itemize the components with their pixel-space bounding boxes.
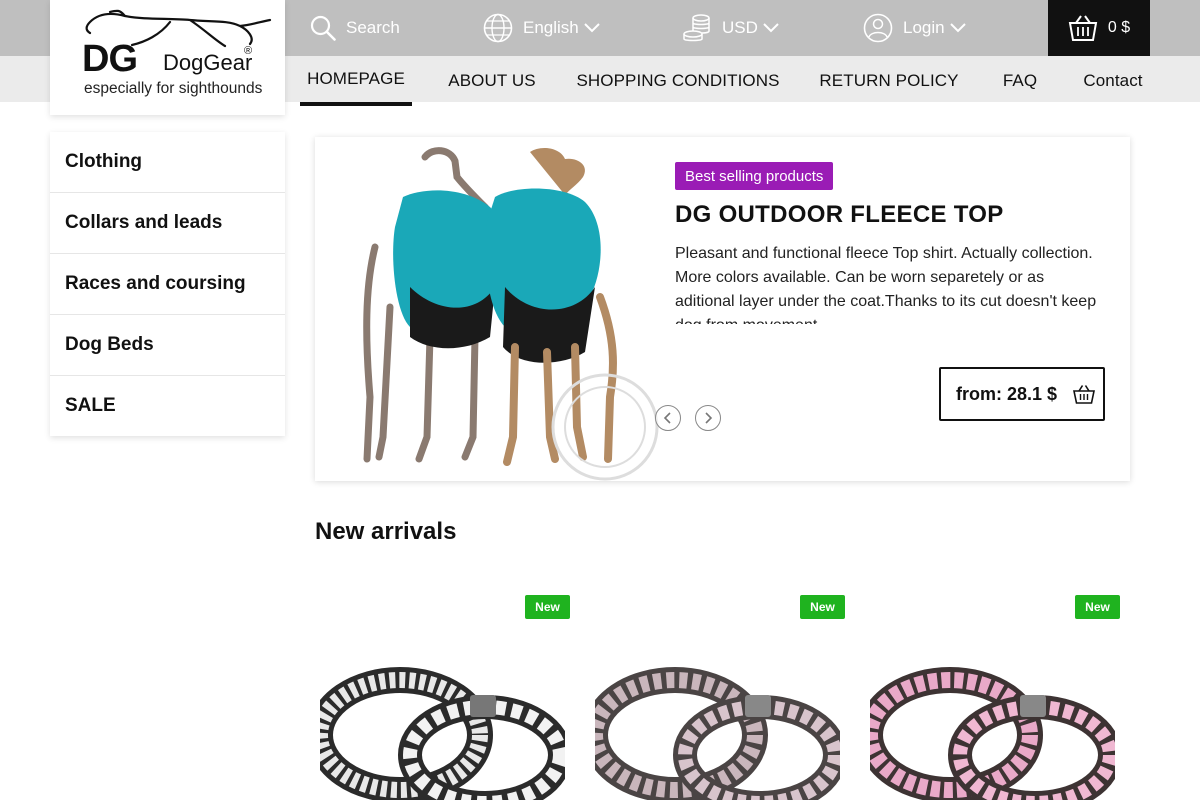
sidebar-item-sale[interactable]: SALE — [50, 376, 285, 436]
logo-registered: ® — [244, 45, 253, 57]
category-sidebar: Clothing Collars and leads Races and cou… — [50, 132, 285, 436]
nav-contact[interactable]: Contact — [1076, 56, 1150, 106]
product-image[interactable] — [870, 625, 1115, 800]
sidebar-item-races-and-coursing[interactable]: Races and coursing — [50, 254, 285, 315]
product-image[interactable] — [595, 625, 840, 800]
best-selling-badge: Best selling products — [675, 162, 834, 190]
new-badge: New — [1075, 595, 1120, 619]
logo[interactable]: DG DogGear ® especially for sighthounds — [50, 0, 285, 115]
hero-product-image[interactable] — [315, 137, 665, 481]
sidebar-item-clothing[interactable]: Clothing — [50, 132, 285, 193]
collar-image-icon — [320, 667, 565, 800]
product-image[interactable] — [320, 625, 565, 800]
nav-about-us[interactable]: ABOUT US — [440, 56, 544, 106]
chevron-down-icon — [584, 23, 600, 33]
sidebar-item-dog-beds[interactable]: Dog Beds — [50, 315, 285, 376]
chevron-down-icon — [949, 23, 966, 33]
chevron-right-icon — [705, 412, 713, 424]
logo-name: DogGear — [163, 50, 253, 75]
slider-prev-button[interactable] — [655, 405, 681, 431]
hero-product-title[interactable]: DG OUTDOOR FLEECE TOP — [675, 201, 1004, 229]
new-arrivals-title: New arrivals — [315, 518, 457, 545]
new-badge: New — [525, 595, 570, 619]
coins-icon — [682, 13, 712, 43]
logo-tagline: especially for sighthounds — [84, 80, 263, 97]
user-icon — [863, 13, 893, 43]
slider-next-button[interactable] — [695, 405, 721, 431]
hero-slider: Best selling products DG OUTDOOR FLEECE … — [315, 137, 1130, 481]
currency-selector[interactable]: USD — [682, 0, 779, 56]
search-button[interactable]: Search — [310, 0, 400, 56]
cart-total: 0 $ — [1107, 19, 1131, 36]
collar-image-icon — [870, 667, 1115, 800]
login-label: Login — [903, 18, 945, 37]
globe-icon — [483, 13, 513, 43]
cart-button[interactable]: 0 $ — [1048, 0, 1150, 56]
hero-product-description: Pleasant and functional fleece Top shirt… — [675, 245, 1097, 324]
collar-image-icon — [595, 667, 840, 800]
new-badge: New — [800, 595, 845, 619]
nav-homepage[interactable]: HOMEPAGE — [300, 56, 412, 106]
nav-faq[interactable]: FAQ — [996, 56, 1044, 106]
product-card[interactable]: New — [870, 595, 1120, 800]
logo-mark: DG — [82, 38, 138, 80]
hero-price: from: 28.1 $ — [956, 383, 1058, 404]
search-icon — [310, 15, 336, 41]
language-selector[interactable]: English — [483, 0, 600, 56]
product-card[interactable]: New — [320, 595, 570, 800]
chevron-down-icon — [763, 23, 779, 33]
sidebar-item-collars-and-leads[interactable]: Collars and leads — [50, 193, 285, 254]
nav-return-policy[interactable]: RETURN POLICY — [812, 56, 966, 106]
search-label: Search — [346, 18, 400, 37]
currency-label: USD — [722, 18, 758, 37]
basket-icon — [1068, 14, 1098, 42]
language-label: English — [523, 18, 579, 37]
chevron-left-icon — [663, 412, 671, 424]
basket-icon — [1073, 384, 1095, 404]
nav-shopping-conditions[interactable]: SHOPPING CONDITIONS — [572, 56, 784, 106]
product-card[interactable]: New — [595, 595, 845, 800]
login-menu[interactable]: Login — [863, 0, 966, 56]
hero-price-button[interactable]: from: 28.1 $ — [939, 367, 1105, 421]
